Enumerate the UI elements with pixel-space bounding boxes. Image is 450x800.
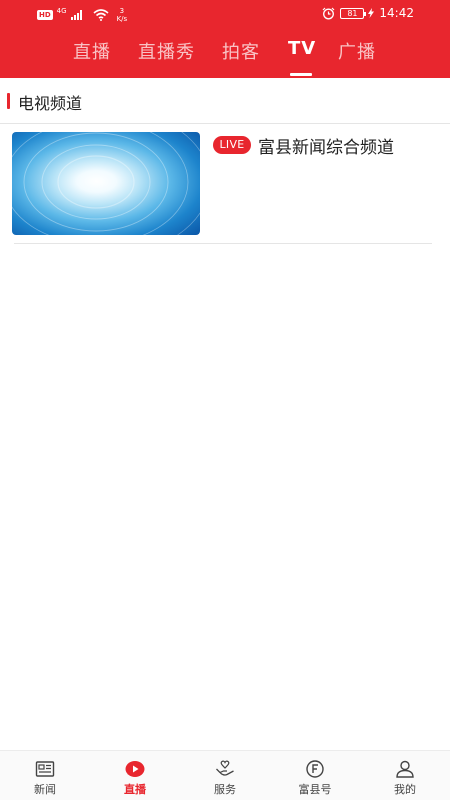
alarm-icon [322, 7, 335, 19]
nav-mine-label: 我的 [394, 783, 416, 796]
clock-time: 14:42 [379, 6, 414, 20]
nav-mine[interactable]: 我的 [360, 751, 450, 800]
nav-live-label: 直播 [124, 783, 146, 796]
charging-icon [368, 8, 375, 18]
newspaper-icon [35, 761, 55, 777]
user-icon [396, 760, 414, 778]
tab-paike[interactable]: 拍客 [222, 38, 260, 74]
nav-news-label: 新闻 [34, 783, 56, 796]
top-header: HD 4G 3 K/s 81 14:42 直播 直播秀 拍客 TV 广播 [0, 0, 450, 78]
battery-indicator: 81 [340, 7, 367, 19]
network-type: 4G [56, 7, 67, 15]
channel-name[interactable]: 富县新闻综合频道 [258, 133, 394, 158]
tab-live[interactable]: 直播 [73, 38, 111, 74]
tunnel-light-image [12, 132, 200, 235]
nav-live[interactable]: 直播 [90, 751, 180, 800]
active-tab-indicator [290, 73, 312, 76]
service-icon [216, 760, 234, 776]
tab-radio[interactable]: 广播 [338, 38, 376, 74]
network-speed: 3 K/s [117, 7, 128, 23]
tab-tv[interactable]: TV [288, 38, 316, 74]
channel-item[interactable]: LIVE 富县新闻综合频道 [0, 124, 450, 244]
category-tabs: 直播 直播秀 拍客 TV 广播 [0, 38, 450, 76]
nav-fuxian-account[interactable]: 富县号 [270, 751, 360, 800]
play-icon [125, 761, 145, 777]
section-title: 电视频道 [18, 94, 83, 113]
bottom-navigation: 新闻 直播 服务 富县号 我的 [0, 750, 450, 800]
tab-live-show[interactable]: 直播秀 [138, 38, 195, 74]
hd-badge: HD [37, 10, 53, 20]
speed-value: 3 [119, 7, 125, 15]
nav-news[interactable]: 新闻 [0, 751, 90, 800]
status-left: HD 4G 3 K/s [37, 7, 127, 23]
nav-service-label: 服务 [214, 783, 236, 796]
live-badge: LIVE [213, 136, 251, 154]
channel-divider [14, 243, 432, 244]
section-header: 电视频道 [0, 85, 450, 119]
nav-service[interactable]: 服务 [180, 751, 270, 800]
status-right: 81 14:42 [322, 6, 414, 20]
nav-fuxian-label: 富县号 [298, 783, 332, 796]
signal-icon [70, 10, 82, 20]
f-circle-icon [306, 760, 324, 778]
channel-thumbnail[interactable] [12, 132, 200, 235]
app-screen: HD 4G 3 K/s 81 14:42 直播 直播秀 拍客 TV 广播 电视频… [0, 0, 450, 800]
status-bar: HD 4G 3 K/s 81 14:42 [0, 0, 450, 28]
section-accent-bar [7, 93, 10, 109]
speed-unit: K/s [116, 15, 128, 23]
wifi-icon [93, 9, 109, 21]
